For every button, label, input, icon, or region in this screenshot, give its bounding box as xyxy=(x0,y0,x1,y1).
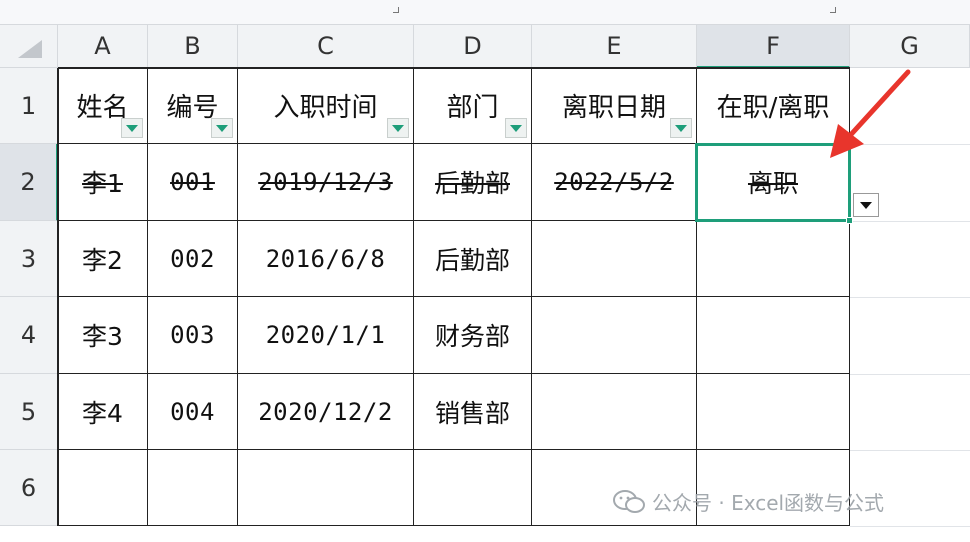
cell-e4[interactable] xyxy=(532,297,697,374)
filter-dropdown-icon[interactable] xyxy=(505,118,527,138)
column-header-f[interactable]: F xyxy=(697,25,850,68)
cell-f4[interactable] xyxy=(697,297,850,374)
cell-value: 后勤部 xyxy=(434,169,510,198)
cell-value: 李4 xyxy=(82,398,123,428)
filter-dropdown-icon[interactable] xyxy=(121,118,143,138)
red-arrow-annotation xyxy=(830,69,911,158)
header-leave-date-label: 离职日期 xyxy=(561,93,666,123)
cell-value: 2019/12/3 xyxy=(258,168,393,196)
header-status-label: 在职/离职 xyxy=(716,93,830,123)
cell-value: 2020/1/1 xyxy=(265,321,386,349)
filter-dropdown-icon[interactable] xyxy=(211,118,233,138)
column-header-e[interactable]: E xyxy=(532,25,697,68)
cell-c4[interactable]: 2020/1/1 xyxy=(238,297,414,374)
cell-value: 李3 xyxy=(82,322,123,351)
row-header-6[interactable]: 6 xyxy=(0,450,58,526)
cell-b2[interactable]: 001 xyxy=(148,144,238,221)
row-7-partial xyxy=(0,526,970,542)
filter-dropdown-icon[interactable] xyxy=(670,118,692,138)
cell-a4[interactable]: 李3 xyxy=(58,297,148,374)
watermark-text: 公众号 · Excel函数与公式 xyxy=(652,491,885,515)
cell-c2[interactable]: 2019/12/3 xyxy=(238,144,414,221)
cell-value: 离职 xyxy=(747,169,798,198)
cell-c5[interactable]: 2020/12/2 xyxy=(238,374,414,450)
cell-f5[interactable] xyxy=(697,374,850,450)
cell-value: 后勤部 xyxy=(434,245,510,275)
cell-c3[interactable]: 2016/6/8 xyxy=(238,221,414,297)
column-header-g[interactable]: G xyxy=(850,25,970,68)
gridline xyxy=(850,374,970,375)
cell-value: 财务部 xyxy=(434,322,510,351)
cell-d4[interactable]: 财务部 xyxy=(414,297,532,374)
cell-value: 004 xyxy=(170,397,215,426)
gridline xyxy=(850,526,970,527)
header-department-label: 部门 xyxy=(446,93,499,123)
cell-value: 李2 xyxy=(82,245,123,275)
row-header-4[interactable]: 4 xyxy=(0,297,58,374)
gridline xyxy=(850,221,970,222)
cell-d2[interactable]: 后勤部 xyxy=(414,144,532,221)
wechat-icon xyxy=(613,489,645,513)
column-header-d[interactable]: D xyxy=(414,25,532,68)
cell-value: 002 xyxy=(170,244,215,273)
cell-value: 销售部 xyxy=(434,398,510,428)
row-header-5[interactable]: 5 xyxy=(0,374,58,450)
cell-value: 李1 xyxy=(82,169,123,198)
row-header-2[interactable]: 2 xyxy=(0,144,58,221)
gridline xyxy=(850,297,970,298)
column-header-c[interactable]: C xyxy=(238,25,414,68)
gridline xyxy=(850,450,970,451)
resize-handle-icon[interactable] xyxy=(830,7,836,13)
cell-value: 2022/5/2 xyxy=(554,168,674,196)
cell-value: 2020/12/2 xyxy=(258,397,393,426)
cell-c6[interactable] xyxy=(238,450,414,526)
fill-handle[interactable] xyxy=(846,217,853,224)
cell-value: 2016/6/8 xyxy=(265,244,386,273)
cell-b6[interactable] xyxy=(148,450,238,526)
cell-e3[interactable] xyxy=(532,221,697,297)
cell-a5[interactable]: 李4 xyxy=(58,374,148,450)
cell-e2[interactable]: 2022/5/2 xyxy=(532,144,697,221)
column-header-b[interactable]: B xyxy=(148,25,238,68)
cell-d5[interactable]: 销售部 xyxy=(414,374,532,450)
header-hire-date-label: 入职时间 xyxy=(273,93,378,123)
cell-d3[interactable]: 后勤部 xyxy=(414,221,532,297)
select-all-icon xyxy=(18,40,42,58)
cell-b3[interactable]: 002 xyxy=(148,221,238,297)
formula-bar-strip xyxy=(0,0,970,25)
watermark: 公众号 · Excel函数与公式 xyxy=(612,487,884,516)
row-header-3[interactable]: 3 xyxy=(0,221,58,297)
cell-a2[interactable]: 李1 xyxy=(58,144,148,221)
cell-a6[interactable] xyxy=(58,450,148,526)
cell-b5[interactable]: 004 xyxy=(148,374,238,450)
filter-dropdown-icon[interactable] xyxy=(387,118,409,138)
dropdown-arrow-icon[interactable] xyxy=(853,193,879,217)
cell-a3[interactable]: 李2 xyxy=(58,221,148,297)
row-header-1[interactable]: 1 xyxy=(0,68,58,144)
cell-f3[interactable] xyxy=(697,221,850,297)
cell-value: 001 xyxy=(170,168,215,196)
resize-handle-icon[interactable] xyxy=(393,7,399,13)
cell-e5[interactable] xyxy=(532,374,697,450)
cell-b4[interactable]: 003 xyxy=(148,297,238,374)
cell-value: 003 xyxy=(170,321,215,349)
cell-d6[interactable] xyxy=(414,450,532,526)
column-header-a[interactable]: A xyxy=(58,25,148,68)
